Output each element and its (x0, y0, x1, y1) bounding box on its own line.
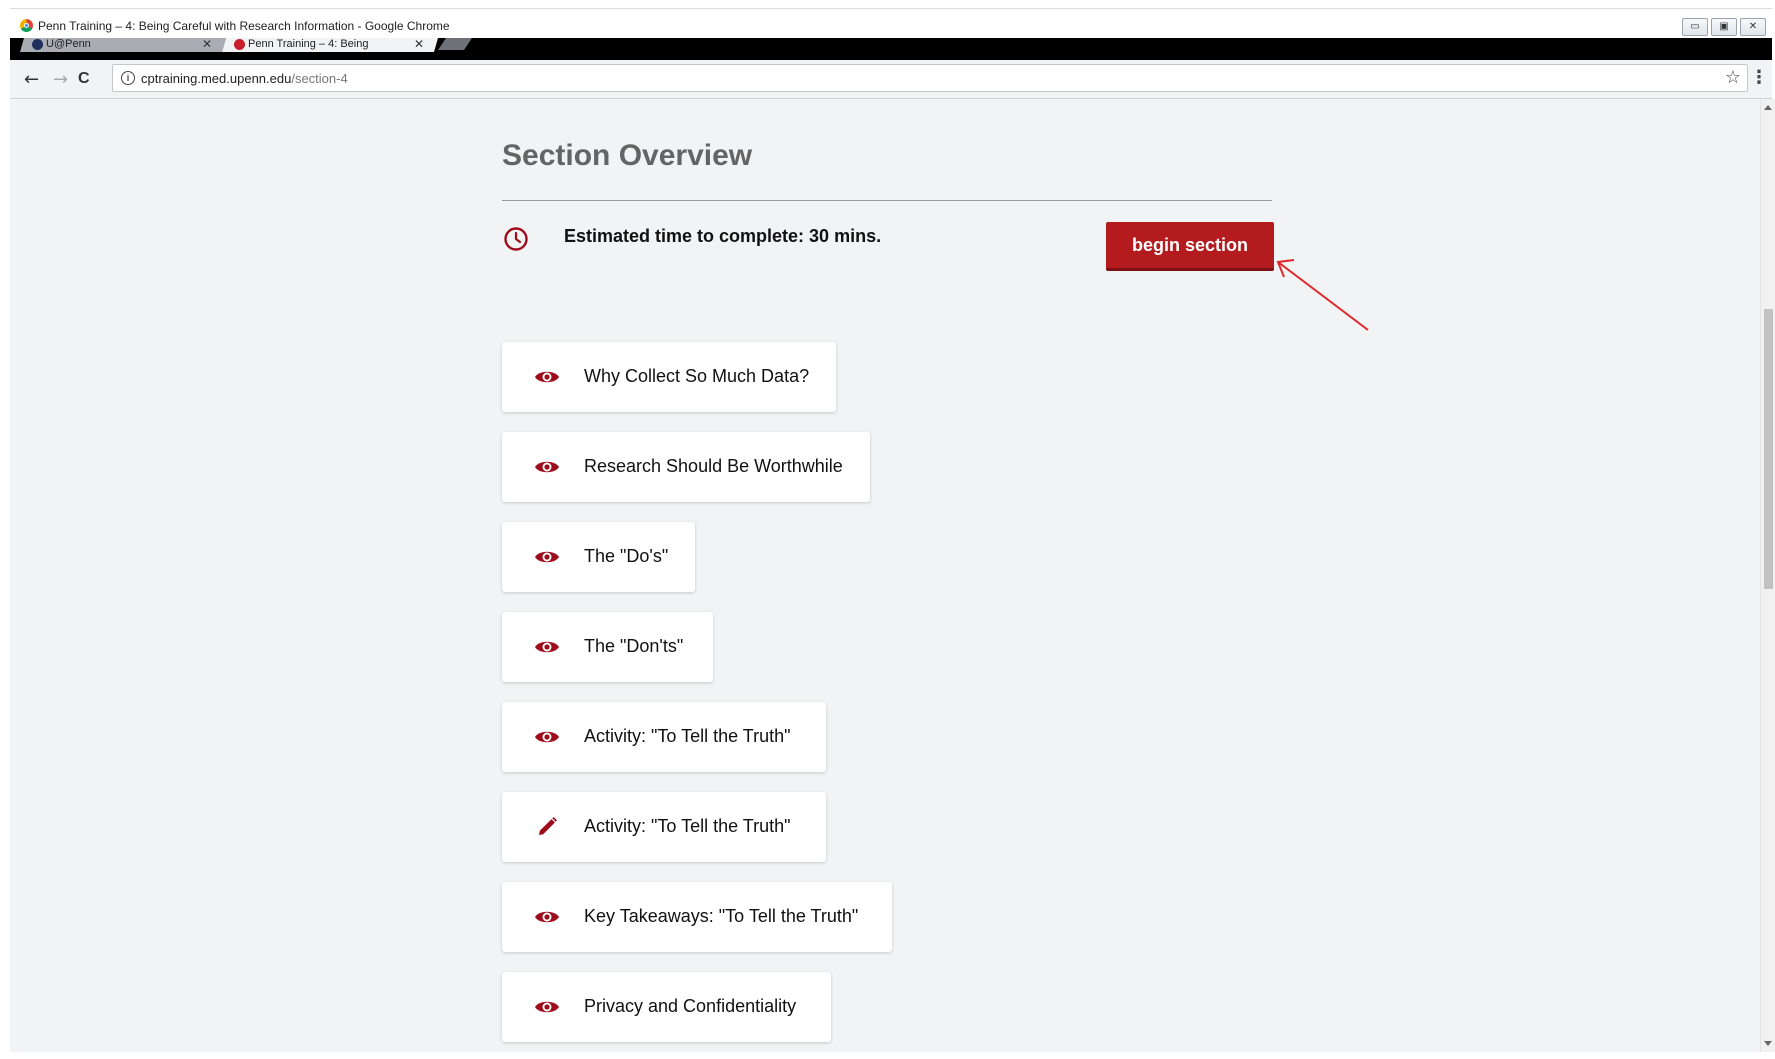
url-text: cptraining.med.upenn.edu/section-4 (141, 71, 348, 86)
topic-card[interactable]: Privacy and Confidentiality (502, 972, 831, 1042)
topic-card[interactable]: The "Do's" (502, 522, 695, 592)
url-path: /section-4 (291, 71, 348, 86)
eye-icon (534, 457, 560, 477)
chrome-menu-icon[interactable]: ⋮ (1750, 67, 1768, 88)
url-host: cptraining.med.upenn.edu (141, 71, 292, 86)
address-bar[interactable]: i cptraining.med.upenn.edu/section-4 ☆ (112, 64, 1748, 92)
eye-icon (534, 547, 560, 567)
page-viewport: Section Overview Estimated time to compl… (10, 99, 1760, 1052)
new-tab-button[interactable] (438, 38, 472, 50)
minimize-button[interactable]: ▭ (1682, 18, 1708, 36)
scroll-down-arrow-icon[interactable] (1764, 1041, 1772, 1046)
topic-label: Privacy and Confidentiality (584, 996, 797, 1016)
penn-training-favicon-icon (234, 39, 245, 50)
eye-icon (534, 907, 560, 927)
topic-label: Research Should Be Worthwhile (584, 456, 843, 476)
upenn-shield-icon (32, 39, 43, 50)
tab-close-icon[interactable]: ✕ (202, 38, 212, 51)
back-icon[interactable]: ← (24, 69, 39, 90)
topic-card[interactable]: The "Don'ts" (502, 612, 713, 682)
topic-card[interactable]: Activity: "To Tell the Truth" (502, 702, 826, 772)
topic-label: The "Don'ts" (584, 636, 684, 656)
window-controls: ▭ ▣ ✕ (1682, 18, 1766, 36)
info-icon[interactable]: i (121, 71, 135, 85)
tab-upenn[interactable]: U@Penn ✕ (20, 38, 226, 52)
eye-icon (534, 997, 560, 1017)
topic-label: The "Do's" (584, 546, 669, 566)
tab-label: Penn Training – 4: Being (248, 38, 369, 50)
pencil-icon (534, 817, 560, 837)
title-divider (502, 200, 1272, 201)
forward-icon[interactable]: → (53, 69, 68, 90)
estimated-time-text: Estimated time to complete: 30 mins. (564, 226, 882, 246)
eye-icon (534, 727, 560, 747)
annotation-arrow (1276, 259, 1369, 331)
browser-toolbar: ← → C i cptraining.med.upenn.edu/section… (10, 60, 1772, 99)
bookmark-star-icon[interactable]: ☆ (1725, 67, 1741, 88)
window-titlebar: Penn Training – 4: Being Careful with Re… (10, 8, 1772, 39)
topic-card[interactable]: Activity: "To Tell the Truth" (502, 792, 826, 862)
topic-card[interactable]: Research Should Be Worthwhile (502, 432, 870, 502)
topic-card[interactable]: Key Takeaways: "To Tell the Truth" (502, 882, 892, 952)
topic-card[interactable]: Why Collect So Much Data? (502, 342, 836, 412)
eye-icon (534, 637, 560, 657)
eye-icon (534, 367, 560, 387)
topic-label: Why Collect So Much Data? (584, 366, 810, 386)
chrome-logo-icon (20, 19, 33, 32)
topic-label: Activity: "To Tell the Truth" (584, 816, 791, 836)
page-title: Section Overview (502, 139, 753, 172)
page-scrollbar[interactable] (1760, 99, 1775, 1052)
scroll-up-arrow-icon[interactable] (1764, 105, 1772, 110)
tab-penn-training[interactable]: Penn Training – 4: Being ✕ (222, 38, 438, 52)
topic-label: Key Takeaways: "To Tell the Truth" (584, 906, 859, 926)
maximize-button[interactable]: ▣ (1711, 18, 1737, 36)
window-title: Penn Training – 4: Being Careful with Re… (38, 19, 450, 33)
reload-icon[interactable]: C (78, 70, 90, 88)
clock-icon (504, 227, 528, 251)
tab-strip: U@Penn ✕ Penn Training – 4: Being ✕ (10, 38, 1772, 60)
topic-label: Activity: "To Tell the Truth" (584, 726, 791, 746)
tab-label: U@Penn (46, 38, 91, 50)
close-window-button[interactable]: ✕ (1740, 18, 1766, 36)
scroll-thumb[interactable] (1764, 309, 1773, 589)
begin-section-button[interactable]: begin section (1106, 222, 1274, 271)
tab-close-icon[interactable]: ✕ (414, 38, 424, 51)
